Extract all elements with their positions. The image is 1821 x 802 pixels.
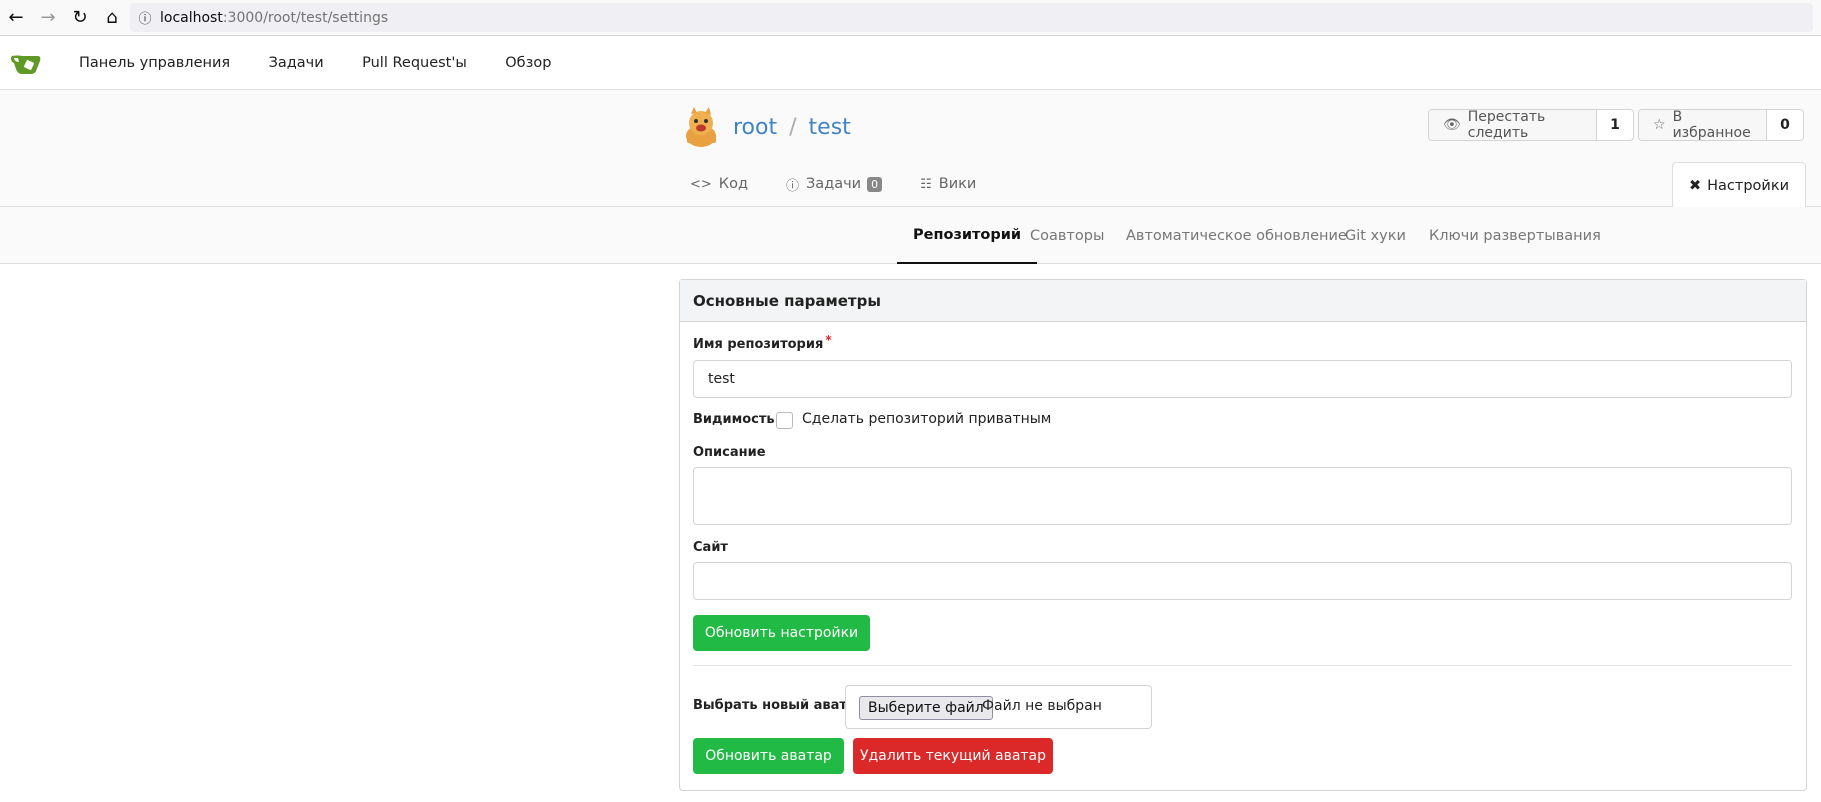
tab-settings-label: Настройки (1707, 177, 1790, 194)
star-label: В избранное (1672, 109, 1751, 141)
repo-name-input[interactable]: test (693, 360, 1792, 398)
repo-header: root / test 👁 Перестать следить 1 ☆ В из… (0, 90, 1821, 208)
update-avatar-button[interactable]: Обновить аватар (693, 738, 844, 774)
settings-subnav: Репозиторий Соавторы Автоматическое обно… (0, 207, 1821, 264)
unwatch-button[interactable]: 👁 Перестать следить (1429, 110, 1597, 140)
watchers-count[interactable]: 1 (1597, 110, 1633, 140)
issue-icon: ⓘ (786, 178, 800, 194)
description-label: Описание (693, 445, 766, 460)
eye-icon: 👁 (1443, 117, 1461, 133)
repo-name-label-text: Имя репозитория (693, 337, 824, 352)
subtab-deploy-keys[interactable]: Ключи развертывания (1413, 207, 1617, 264)
url-path: :3000/root/test/settings (222, 9, 389, 26)
private-checkbox[interactable] (776, 412, 793, 429)
issues-count-badge: 0 (867, 176, 883, 192)
star-icon: ☆ (1653, 117, 1666, 133)
star-button[interactable]: ☆ В избранное (1639, 110, 1767, 140)
back-icon[interactable]: ← (0, 2, 32, 34)
choose-file-button[interactable]: Выберите файл (859, 696, 993, 720)
basic-settings-panel: Основные параметры Имя репозитория * test… (679, 279, 1807, 791)
unwatch-label: Перестать следить (1467, 109, 1546, 141)
app-header: Панель управления Задачи Pull Request'ы … (0, 36, 1821, 90)
tab-wiki[interactable]: ☷ Вики (920, 176, 976, 192)
forward-icon[interactable]: → (32, 2, 64, 34)
site-input[interactable] (693, 562, 1792, 600)
repo-title: root / test (680, 106, 851, 148)
code-icon: <> (690, 176, 712, 192)
no-file-text: Файл не выбран (982, 698, 1102, 714)
tab-code[interactable]: <> Код (690, 176, 748, 192)
site-info-icon[interactable]: ⓘ (130, 8, 160, 27)
repo-path-separator: / (789, 114, 797, 140)
delete-avatar-button[interactable]: Удалить текущий аватар (853, 738, 1053, 774)
stars-count[interactable]: 0 (1767, 110, 1803, 140)
repo-avatar (686, 107, 716, 147)
reload-icon[interactable]: ↻ (64, 2, 96, 34)
site-label: Сайт (693, 540, 728, 555)
visibility-label: Видимость (693, 412, 775, 427)
avatar-file-input[interactable]: Выберите файл Файл не выбран (845, 685, 1152, 729)
tab-issues[interactable]: ⓘ Задачи 0 (786, 175, 883, 194)
watch-button-group: 👁 Перестать следить 1 (1428, 109, 1634, 141)
tab-code-label: Код (718, 176, 748, 192)
subtab-collaborators[interactable]: Соавторы (1014, 207, 1120, 264)
home-icon[interactable]: ⌂ (96, 2, 128, 34)
star-button-group: ☆ В избранное 0 (1638, 109, 1804, 141)
url-host: localhost (160, 9, 223, 26)
nav-dashboard[interactable]: Панель управления (62, 55, 247, 71)
nav-issues[interactable]: Задачи (252, 55, 341, 71)
address-bar[interactable]: ⓘ localhost:3000/root/test/settings (130, 3, 1813, 32)
repo-tabs: <> Код ⓘ Задачи 0 ☷ Вики (690, 162, 1014, 206)
description-textarea[interactable] (693, 467, 1792, 525)
main-nav: Панель управления Задачи Pull Request'ы … (62, 55, 568, 71)
subtab-mirror[interactable]: Автоматическое обновление (1110, 207, 1363, 264)
tab-settings[interactable]: ✖ Настройки (1672, 162, 1806, 208)
subtab-git-hooks[interactable]: Git хуки (1329, 207, 1422, 264)
required-mark: * (825, 333, 832, 347)
tools-icon: ✖ (1688, 177, 1702, 194)
repo-name-label: Имя репозитория * (693, 333, 832, 352)
gitea-logo-icon[interactable] (10, 49, 44, 77)
tab-issues-label: Задачи (806, 176, 862, 192)
book-icon: ☷ (920, 176, 932, 192)
repo-owner-link[interactable]: root (733, 115, 777, 140)
avatar-label: Выбрать новый аватар (693, 698, 866, 713)
browser-toolbar: ← → ↻ ⌂ ⓘ localhost:3000/root/test/setti… (0, 0, 1821, 36)
nav-explore[interactable]: Обзор (488, 55, 568, 71)
repo-name-link[interactable]: test (809, 115, 851, 140)
private-checkbox-label[interactable]: Сделать репозиторий приватным (802, 411, 1051, 427)
update-settings-button[interactable]: Обновить настройки (693, 615, 870, 651)
panel-title: Основные параметры (680, 280, 1806, 322)
nav-pull-requests[interactable]: Pull Request'ы (345, 55, 484, 71)
tab-wiki-label: Вики (938, 176, 977, 192)
divider (693, 665, 1792, 666)
